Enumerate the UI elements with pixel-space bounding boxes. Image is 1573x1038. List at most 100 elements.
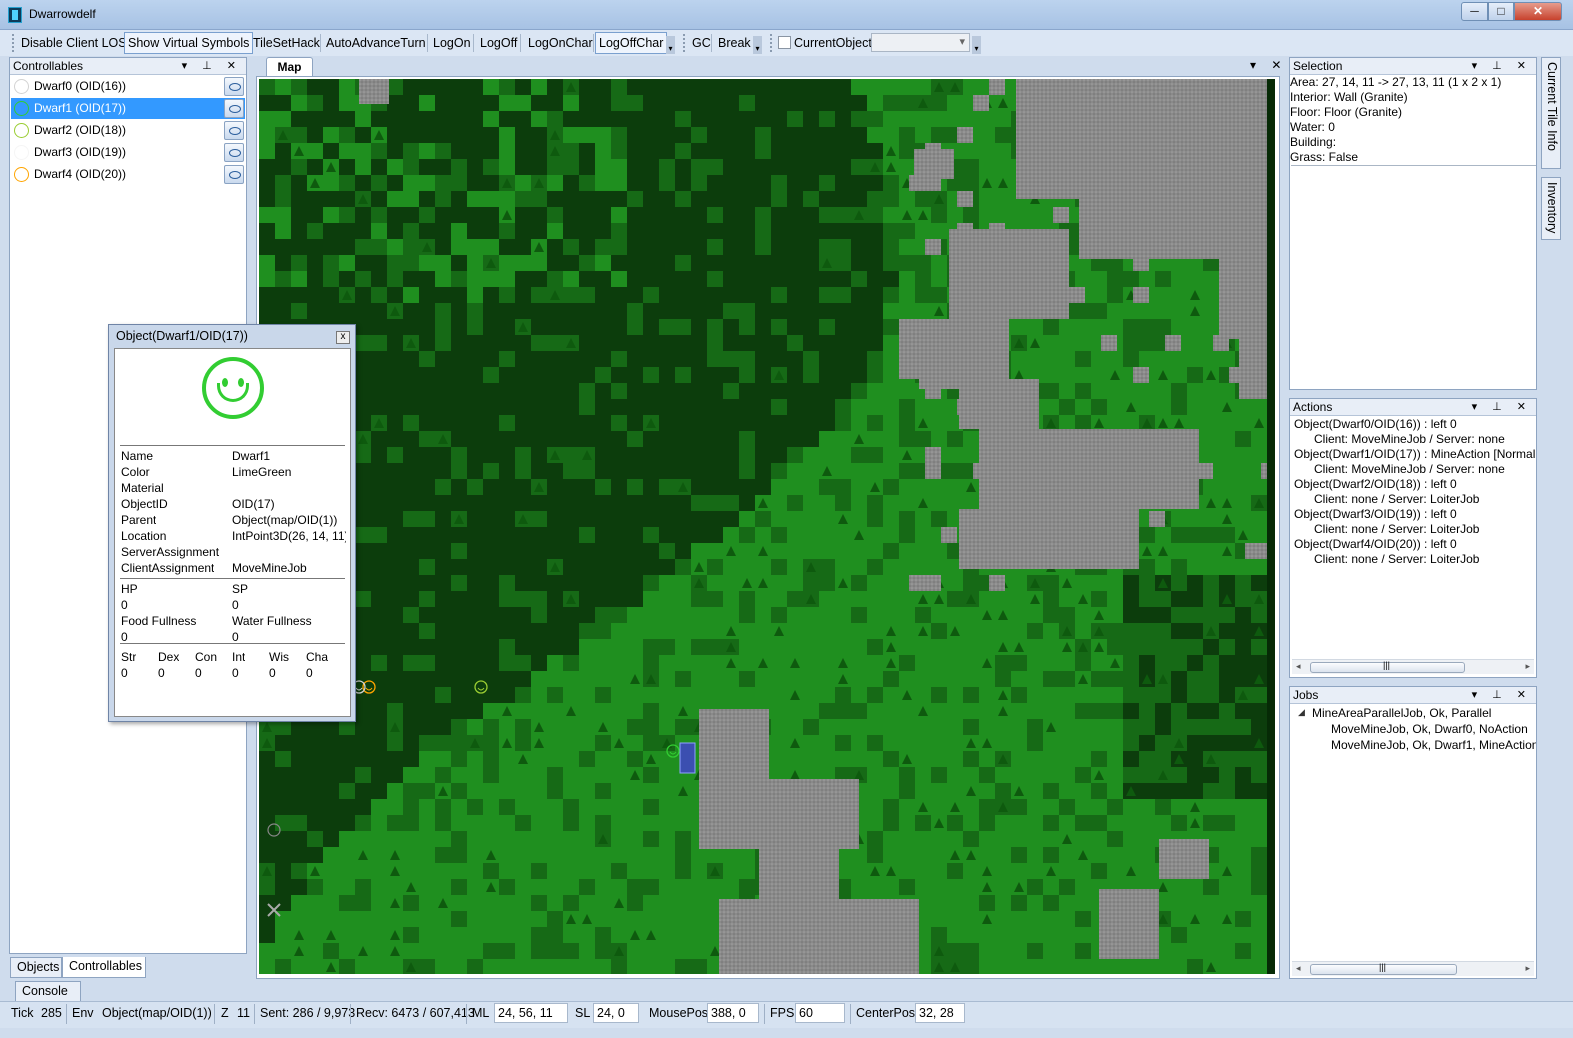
maximize-button[interactable]: □ bbox=[1488, 2, 1514, 21]
attribute-name: Wis bbox=[269, 650, 289, 664]
toolbar-grip[interactable] bbox=[770, 34, 772, 52]
list-item[interactable]: Dwarf1 (OID(17)) bbox=[11, 98, 245, 119]
logoffchar-button[interactable]: LogOffChar bbox=[595, 32, 668, 54]
tab-console[interactable]: Console bbox=[15, 981, 81, 1002]
smiley-icon bbox=[202, 357, 264, 419]
show-virtual-symbols-button[interactable]: Show Virtual Symbols bbox=[124, 32, 254, 54]
title-bar[interactable] bbox=[0, 0, 1573, 30]
toolbar-grip[interactable] bbox=[683, 34, 685, 52]
property-value: OID(17) bbox=[232, 497, 275, 511]
attribute-value: 0 bbox=[306, 666, 313, 680]
list-item[interactable]: Dwarf4 (OID(20)) bbox=[11, 164, 245, 185]
window-title: Dwarrowdelf bbox=[29, 7, 96, 21]
status-separator bbox=[466, 1004, 467, 1024]
job-tree-root[interactable]: MineAreaParallelJob, Ok, Parallel bbox=[1312, 706, 1491, 720]
job-tree-item[interactable]: MoveMineJob, Ok, Dwarf0, NoAction bbox=[1331, 722, 1536, 736]
action-line: Object(Dwarf4/OID(20)) : left 0 bbox=[1294, 537, 1457, 551]
eye-icon[interactable] bbox=[224, 165, 244, 184]
panel-header-icons[interactable]: ▾ ⊥ ✕ bbox=[182, 58, 242, 74]
map-header-icons[interactable]: ▾ ✕ bbox=[1250, 58, 1287, 72]
sl-field[interactable]: 24, 0 bbox=[593, 1003, 639, 1023]
actions-panel: Actions ▾ ⊥ ✕ Object(Dwarf0/OID(16)) : l… bbox=[1289, 398, 1537, 678]
toolbar-separator bbox=[320, 34, 321, 52]
centerpos-field[interactable]: 32, 28 bbox=[915, 1003, 965, 1023]
action-line: Client: MoveMineJob / Server: none bbox=[1314, 432, 1505, 446]
panel-header-icons[interactable]: ▾ ⊥ ✕ bbox=[1472, 399, 1532, 415]
ml-label: ML bbox=[472, 1006, 490, 1020]
toolbar-overflow-button[interactable]: ▾ bbox=[753, 36, 762, 54]
divider bbox=[120, 643, 345, 644]
object-window[interactable]: Object(Dwarf1/OID(17)) x Name Dwarf1 Color… bbox=[108, 324, 356, 722]
horizontal-scrollbar[interactable]: ◂ ||| ▸ bbox=[1292, 659, 1534, 674]
action-line: Object(Dwarf2/OID(18)) : left 0 bbox=[1294, 477, 1457, 491]
action-line: Object(Dwarf3/OID(19)) : left 0 bbox=[1294, 507, 1457, 521]
selection-info-line: Interior: Wall (Granite) bbox=[1290, 90, 1408, 104]
tab-objects[interactable]: Objects bbox=[10, 957, 62, 978]
autoadvanceturn-button[interactable]: AutoAdvanceTurn bbox=[322, 32, 430, 54]
disable-client-los-button[interactable]: Disable Client LOS bbox=[17, 32, 131, 54]
eye-icon[interactable] bbox=[224, 99, 244, 118]
stat-value: 0 bbox=[121, 630, 128, 644]
selection-info-line: Area: 27, 14, 11 -> 27, 13, 11 (1 x 2 x … bbox=[1290, 75, 1502, 89]
tree-collapse-icon[interactable]: ◢ bbox=[1298, 707, 1305, 718]
stat-value: 0 bbox=[121, 598, 128, 612]
close-icon[interactable]: x bbox=[336, 331, 350, 344]
tick-value: 285 bbox=[41, 1006, 62, 1020]
app-icon bbox=[8, 7, 22, 23]
attribute-name: Dex bbox=[158, 650, 180, 664]
list-item[interactable]: Dwarf0 (OID(16)) bbox=[11, 76, 245, 97]
tab-current-tile-info[interactable]: Current Tile Info bbox=[1541, 57, 1561, 169]
property-value: MoveMineJob bbox=[232, 561, 307, 575]
stat-name: HP bbox=[121, 582, 138, 596]
toolbar-grip[interactable] bbox=[12, 34, 14, 52]
list-item[interactable]: Dwarf3 (OID(19)) bbox=[11, 142, 245, 163]
action-line: Object(Dwarf1/OID(17)) : MineAction [Nor… bbox=[1294, 447, 1536, 461]
smiley-icon bbox=[14, 79, 29, 94]
property-name: Material bbox=[121, 481, 164, 495]
selection-header: Selection ▾ ⊥ ✕ bbox=[1290, 58, 1536, 75]
toolbar-overflow-button[interactable]: ▾ bbox=[666, 36, 675, 54]
stat-name: Food Fullness bbox=[121, 614, 197, 628]
env-value: Object(map/OID(1)) bbox=[102, 1006, 212, 1020]
smiley-icon bbox=[14, 145, 29, 160]
attribute-value: 0 bbox=[195, 666, 202, 680]
fps-field[interactable]: 60 bbox=[795, 1003, 845, 1023]
smiley-icon bbox=[14, 123, 29, 138]
panel-title: Controllables bbox=[13, 59, 84, 73]
list-item-label: Dwarf0 (OID(16)) bbox=[34, 79, 127, 93]
job-tree-item[interactable]: MoveMineJob, Ok, Dwarf1, MineAction bbox=[1331, 738, 1536, 752]
jobs-header: Jobs ▾ ⊥ ✕ bbox=[1290, 687, 1536, 704]
fps-label: FPS bbox=[770, 1006, 795, 1020]
action-line: Client: none / Server: LoiterJob bbox=[1314, 492, 1480, 506]
action-line: Client: none / Server: LoiterJob bbox=[1314, 552, 1480, 566]
minimize-button[interactable]: ─ bbox=[1461, 2, 1488, 21]
logon-button[interactable]: LogOn bbox=[429, 32, 475, 54]
break-button[interactable]: Break bbox=[714, 32, 755, 54]
ml-field[interactable]: 24, 56, 11 bbox=[494, 1003, 568, 1023]
toolbar-overflow-button[interactable]: ▾ bbox=[972, 36, 981, 54]
logoff-button[interactable]: LogOff bbox=[476, 32, 521, 54]
list-item-label: Dwarf4 (OID(20)) bbox=[34, 167, 127, 181]
list-item[interactable]: Dwarf2 (OID(18)) bbox=[11, 120, 245, 141]
status-separator bbox=[850, 1004, 851, 1024]
eye-icon[interactable] bbox=[224, 77, 244, 96]
eye-icon[interactable] bbox=[224, 143, 244, 162]
map-tab-strip bbox=[258, 56, 1282, 77]
property-name: Color bbox=[121, 465, 150, 479]
selection-panel: Selection ▾ ⊥ ✕ Area: 27, 14, 11 -> 27, … bbox=[1289, 57, 1537, 390]
tilesethack-button[interactable]: TileSetHack bbox=[249, 32, 324, 54]
logonchar-button[interactable]: LogOnChar bbox=[524, 32, 597, 54]
map-canvas[interactable] bbox=[259, 79, 1275, 974]
status-separator bbox=[66, 1004, 67, 1024]
mousepos-field[interactable]: 388, 0 bbox=[707, 1003, 759, 1023]
tab-inventory[interactable]: Inventory bbox=[1541, 177, 1561, 240]
horizontal-scrollbar[interactable]: ◂ ||| ▸ bbox=[1292, 961, 1534, 976]
panel-header-icons[interactable]: ▾ ⊥ ✕ bbox=[1472, 687, 1532, 703]
property-value: IntPoint3D(26, 14, 11) bbox=[232, 529, 346, 543]
close-window-button[interactable]: ✕ bbox=[1514, 2, 1562, 21]
tab-map[interactable]: Map bbox=[266, 57, 313, 76]
current-object-select[interactable] bbox=[871, 33, 970, 52]
tab-controllables[interactable]: Controllables bbox=[62, 957, 146, 978]
eye-icon[interactable] bbox=[224, 121, 244, 140]
panel-header-icons[interactable]: ▾ ⊥ ✕ bbox=[1472, 58, 1532, 74]
